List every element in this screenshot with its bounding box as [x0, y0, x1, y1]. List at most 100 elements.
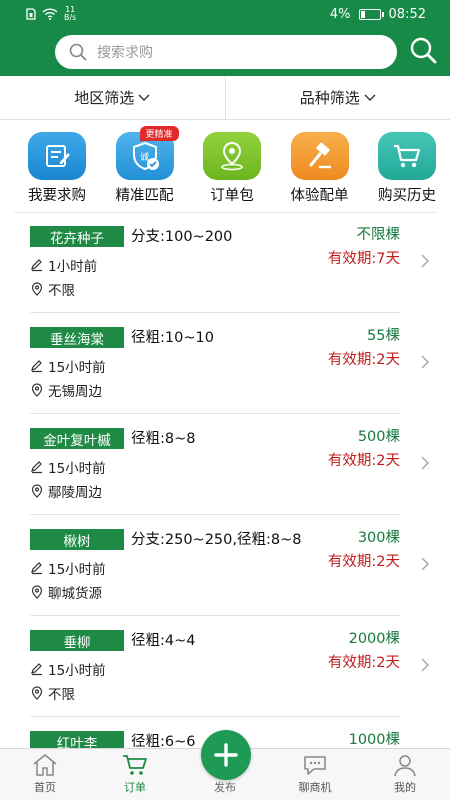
tab-mine[interactable]: 我的	[360, 749, 450, 800]
network-speed: 11 B/s	[64, 6, 76, 22]
tab-orders-label: 订单	[124, 781, 146, 794]
tab-home-label: 首页	[34, 781, 56, 794]
tab-home[interactable]: 首页	[0, 749, 90, 800]
search-placeholder: 搜索求购	[97, 45, 153, 61]
validity: 有效期:2天	[327, 655, 400, 671]
validity: 有效期:2天	[327, 453, 400, 469]
publish-button[interactable]	[201, 730, 251, 780]
post-time-text: 15小时前	[48, 360, 106, 376]
location-icon	[31, 282, 43, 296]
tab-mine-label: 我的	[394, 781, 416, 794]
post-time: 15小时前	[30, 558, 106, 578]
quick-action-label: 订单包	[210, 188, 254, 204]
quantity: 55棵	[367, 328, 400, 344]
validity: 有效期:2天	[327, 554, 400, 570]
quick-action-trial-match[interactable]: 体验配单	[287, 132, 353, 212]
region-filter[interactable]: 地区筛选	[0, 76, 225, 119]
tab-chat[interactable]: 聊商机	[270, 749, 360, 800]
tab-orders[interactable]: 订单	[90, 749, 180, 800]
quantity: 300棵	[357, 530, 400, 546]
spec-text: 分支:100~200	[131, 229, 233, 245]
list-item[interactable]: 楸树 分支:250~250,径粗:8~8 300棵 有效期:2天 15小时前 聊…	[30, 515, 430, 616]
search-input[interactable]: 搜索求购	[55, 35, 397, 69]
post-time-text: 1小时前	[48, 259, 98, 275]
variety-filter-label: 品种筛选	[299, 89, 360, 107]
pencil-icon	[31, 259, 42, 272]
quick-action-label: 体验配单	[290, 188, 349, 204]
location: 无锡周边	[30, 380, 102, 400]
search-icon	[410, 37, 437, 64]
spec-text: 径粗:4~4	[131, 633, 196, 649]
post-time: 1小时前	[30, 255, 97, 275]
location-text: 鄢陵周边	[48, 485, 102, 501]
pencil-icon	[31, 562, 42, 575]
quantity: 1000棵	[348, 732, 400, 748]
battery-percent: 4%	[329, 6, 351, 22]
quick-action-want-to-buy[interactable]: 我要求购	[24, 132, 90, 212]
cart-icon	[123, 755, 147, 775]
chevron-right-icon	[421, 456, 430, 470]
species-tag: 垂柳	[30, 630, 124, 651]
list-item[interactable]: 垂丝海棠 径粗:10~10 55棵 有效期:2天 15小时前 无锡周边	[30, 313, 430, 414]
user-icon	[394, 755, 416, 777]
clock: 08:52	[388, 6, 426, 22]
speed-unit: B/s	[64, 13, 77, 22]
species-tag: 红叶李	[30, 731, 124, 748]
pencil-icon	[31, 663, 42, 676]
chevron-down-icon	[364, 94, 376, 101]
pencil-icon	[31, 360, 42, 373]
home-icon	[33, 754, 57, 776]
quantity: 500棵	[357, 429, 400, 445]
search-icon	[69, 43, 87, 61]
quick-action-label: 购买历史	[378, 188, 436, 204]
list-item[interactable]: 金叶复叶槭 径粗:8~8 500棵 有效期:2天 15小时前 鄢陵周边	[30, 414, 430, 515]
location: 鄢陵周边	[30, 481, 102, 501]
svg-text:诚: 诚	[140, 151, 149, 163]
search-button[interactable]	[409, 36, 437, 68]
status-bar: 11 B/s 4% 08:52	[0, 0, 450, 28]
spec-text: 径粗:10~10	[131, 330, 214, 346]
list-item[interactable]: 花卉种子 分支:100~200 不限棵 有效期:7天 1小时前 不限	[30, 212, 430, 313]
post-time: 15小时前	[30, 659, 106, 679]
hammer-icon	[290, 132, 349, 180]
location-icon	[31, 484, 43, 498]
post-time: 15小时前	[30, 356, 106, 376]
chevron-right-icon	[421, 254, 430, 268]
species-tag: 金叶复叶槭	[30, 428, 124, 449]
tab-chat-label: 聊商机	[298, 781, 332, 794]
list-item[interactable]: 垂柳 径粗:4~4 2000棵 有效期:2天 15小时前 不限	[30, 616, 430, 717]
chat-icon	[304, 756, 326, 775]
purchase-list: 花卉种子 分支:100~200 不限棵 有效期:7天 1小时前 不限 垂丝海棠 …	[0, 212, 450, 748]
chevron-right-icon	[421, 557, 430, 571]
chevron-down-icon	[138, 94, 150, 101]
quick-action-label: 精准匹配	[115, 188, 174, 204]
location: 聊城货源	[30, 582, 102, 602]
filter-bar: 地区筛选 品种筛选	[0, 76, 450, 120]
location: 不限	[30, 683, 75, 703]
quick-action-label: 我要求购	[28, 188, 86, 204]
location-icon	[31, 686, 43, 700]
quantity: 不限棵	[356, 227, 401, 243]
precise-badge: 更精准	[139, 126, 179, 141]
validity: 有效期:2天	[327, 352, 400, 368]
post-time-text: 15小时前	[48, 562, 106, 578]
species-tag: 垂丝海棠	[30, 327, 124, 348]
validity: 有效期:7天	[327, 251, 400, 267]
quick-action-purchase-history[interactable]: 购买历史	[374, 132, 440, 212]
edit-icon	[28, 132, 86, 180]
spec-text: 径粗:8~8	[131, 431, 196, 447]
quick-action-order-package[interactable]: 订单包	[199, 132, 265, 212]
cart-icon	[378, 132, 436, 180]
post-time: 15小时前	[30, 457, 106, 477]
variety-filter[interactable]: 品种筛选	[224, 76, 450, 119]
chevron-right-icon	[421, 355, 430, 369]
species-tag: 花卉种子	[30, 226, 124, 247]
pencil-icon	[31, 461, 42, 474]
quick-actions: 我要求购 诚 更精准 精准匹配 订单包 体验配单 购买历史	[0, 120, 450, 212]
location-icon	[31, 383, 43, 397]
spec-text: 径粗:6~6	[131, 734, 196, 748]
quick-action-precise-match[interactable]: 诚 更精准 精准匹配	[112, 126, 179, 212]
location-text: 不限	[48, 687, 75, 703]
tab-publish-label: 发布	[214, 781, 236, 794]
location-pin-icon	[203, 132, 261, 180]
